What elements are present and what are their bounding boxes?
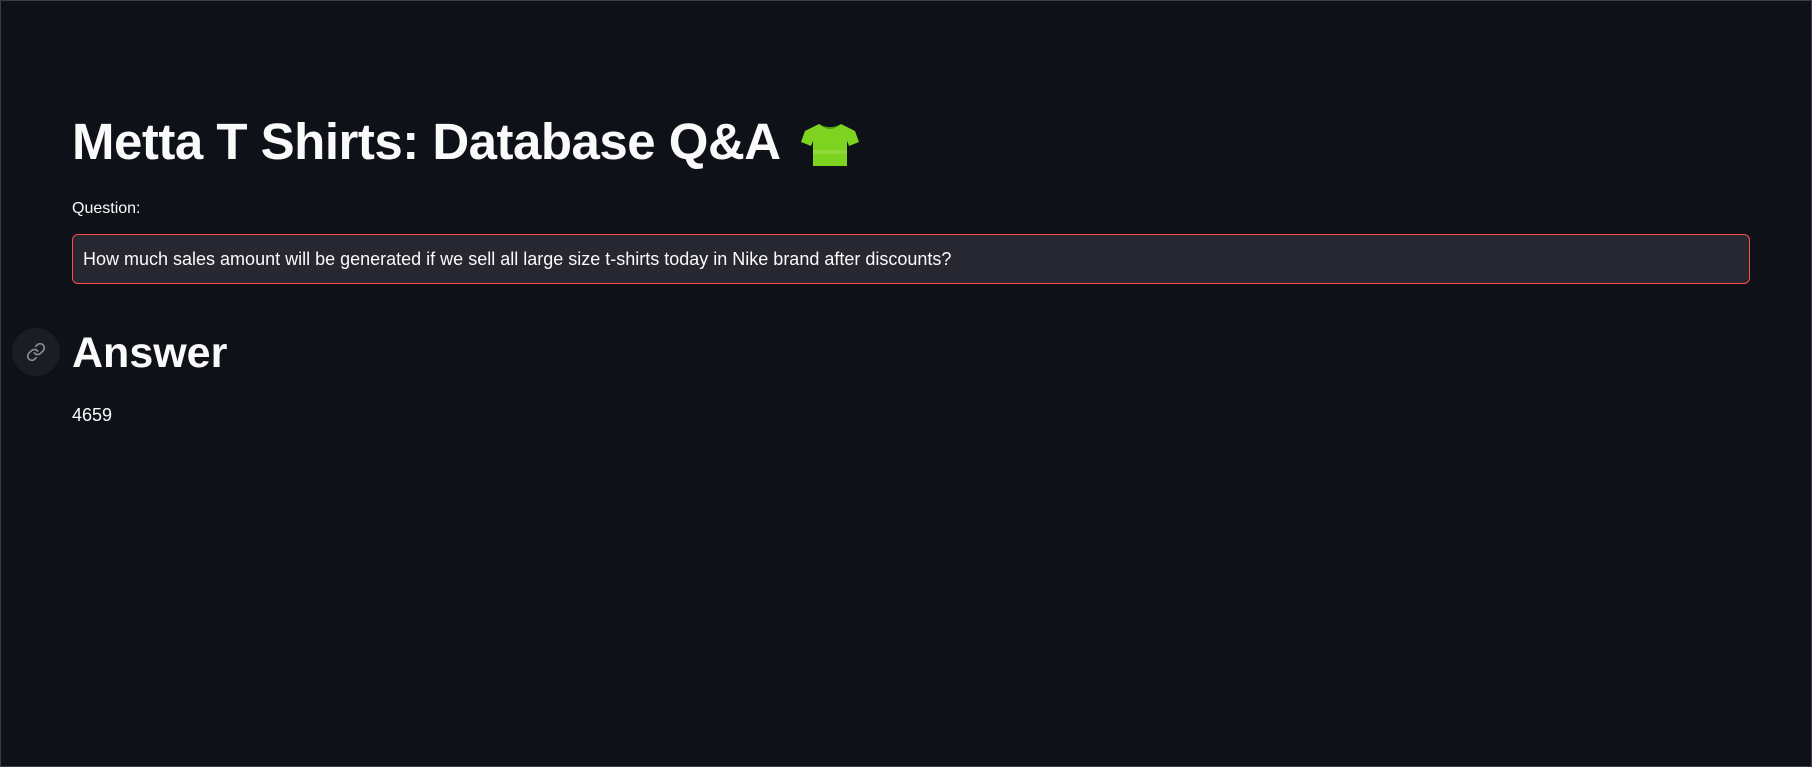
main-container: Metta T Shirts: Database Q&A Question: A… — [72, 1, 1750, 767]
link-icon — [26, 342, 46, 362]
question-label: Question: — [72, 200, 141, 217]
question-input[interactable] — [72, 234, 1750, 284]
page-title: Metta T Shirts: Database Q&A — [72, 109, 859, 175]
answer-heading: Answer — [72, 329, 228, 377]
answer-anchor-link[interactable] — [12, 328, 60, 376]
t-shirt-icon — [800, 124, 859, 166]
answer-value: 4659 — [72, 405, 113, 425]
page-title-text: Metta T Shirts: Database Q&A — [72, 113, 781, 170]
